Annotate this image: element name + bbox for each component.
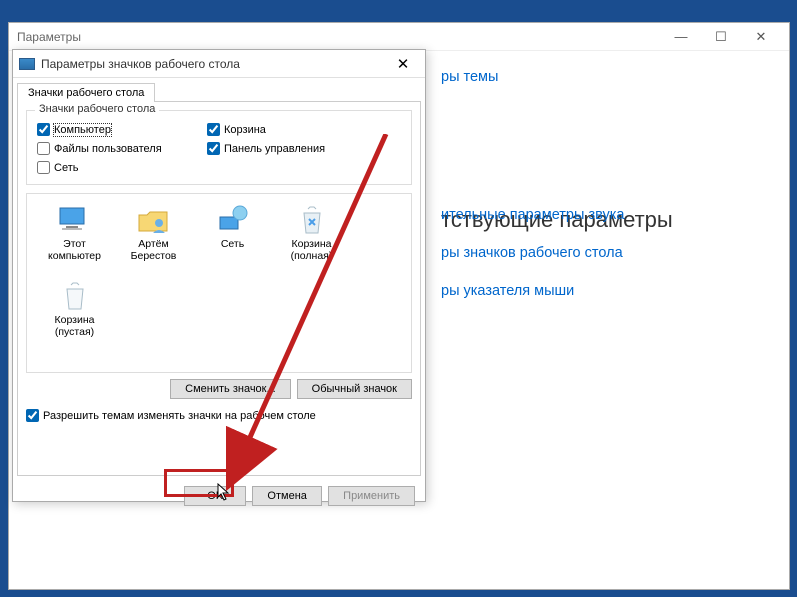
- sound-settings-link[interactable]: ительные параметры звука: [441, 207, 624, 223]
- checkbox-network-input[interactable]: [37, 161, 50, 174]
- dialog-close-button[interactable]: ✕: [387, 53, 419, 75]
- checkbox-cpanel[interactable]: Панель управления: [207, 142, 367, 155]
- checkbox-computer[interactable]: Компьютер: [37, 123, 197, 136]
- recycle-bin-full-icon: [294, 204, 330, 236]
- icon-this-pc[interactable]: Этот компьютер: [37, 204, 112, 276]
- close-button[interactable]: ✕: [741, 26, 781, 48]
- change-icon-button[interactable]: Сменить значок...: [170, 379, 291, 399]
- recycle-bin-empty-icon: [57, 280, 93, 312]
- dialog-icon: [19, 58, 35, 70]
- checkbox-userfiles[interactable]: Файлы пользователя: [37, 142, 197, 155]
- icon-label: Корзина (пустая): [37, 314, 112, 338]
- tab-row: Значки рабочего стола: [13, 78, 425, 101]
- default-icon-button[interactable]: Обычный значок: [297, 379, 412, 399]
- icon-recycle-empty[interactable]: Корзина (пустая): [37, 280, 112, 352]
- settings-titlebar: Параметры — ☐ ✕: [9, 23, 789, 51]
- settings-window-title: Параметры: [17, 30, 661, 44]
- desktop-icons-group: Значки рабочего стола Компьютер Корзина …: [26, 110, 412, 185]
- icon-user-files[interactable]: Артём Берестов: [116, 204, 191, 276]
- user-folder-icon: [136, 204, 172, 236]
- checkbox-cpanel-input[interactable]: [207, 142, 220, 155]
- dialog-title: Параметры значков рабочего стола: [41, 57, 387, 71]
- dialog-titlebar: Параметры значков рабочего стола ✕: [13, 50, 425, 78]
- tab-content: Значки рабочего стола Компьютер Корзина …: [17, 101, 421, 476]
- tab-desktop-icons[interactable]: Значки рабочего стола: [17, 83, 155, 102]
- apply-button[interactable]: Применить: [328, 486, 415, 506]
- group-title: Значки рабочего стола: [35, 103, 159, 115]
- icon-label: Корзина (полная): [274, 238, 349, 262]
- cancel-button[interactable]: Отмена: [252, 486, 322, 506]
- icon-preview-list: Этот компьютер Артём Берестов Сеть Корзи…: [26, 193, 412, 373]
- ok-button[interactable]: OK: [184, 486, 246, 506]
- checkbox-recycle[interactable]: Корзина: [207, 123, 367, 136]
- checkbox-allow-themes[interactable]: Разрешить темам изменять значки на рабоч…: [26, 409, 412, 422]
- desktop-icon-settings-dialog: Параметры значков рабочего стола ✕ Значк…: [12, 49, 426, 502]
- checkbox-computer-input[interactable]: [37, 123, 50, 136]
- icon-label: Артём Берестов: [116, 238, 191, 262]
- checkbox-userfiles-input[interactable]: [37, 142, 50, 155]
- maximize-button[interactable]: ☐: [701, 26, 741, 48]
- checkbox-network[interactable]: Сеть: [37, 161, 197, 174]
- theme-link-fragment[interactable]: ры темы: [441, 69, 498, 85]
- minimize-button[interactable]: —: [661, 26, 701, 48]
- icon-recycle-full[interactable]: Корзина (полная): [274, 204, 349, 276]
- pc-icon: [57, 204, 93, 236]
- checkbox-allow-themes-input[interactable]: [26, 409, 39, 422]
- icon-network[interactable]: Сеть: [195, 204, 270, 276]
- icon-label: Сеть: [221, 238, 244, 250]
- icon-label: Этот компьютер: [37, 238, 112, 262]
- mouse-pointer-settings-link[interactable]: ры указателя мыши: [441, 283, 574, 299]
- network-icon: [215, 204, 251, 236]
- checkbox-recycle-input[interactable]: [207, 123, 220, 136]
- desktop-icons-settings-link[interactable]: ры значков рабочего стола: [441, 245, 623, 261]
